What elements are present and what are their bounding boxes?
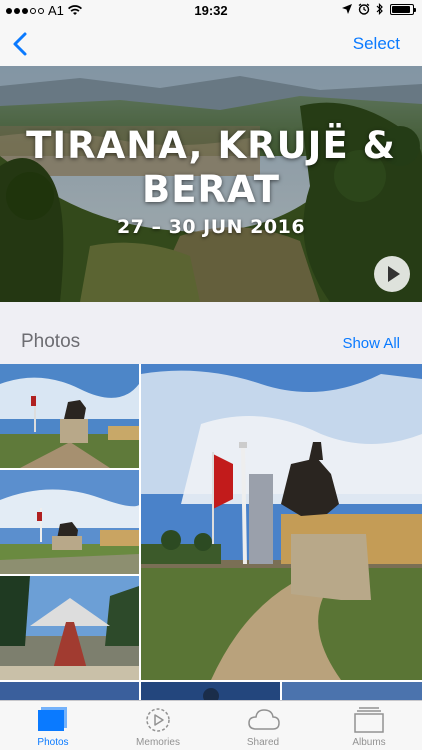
photo-image: [141, 682, 280, 700]
photo-image: [0, 682, 139, 700]
memory-title-line1: TIRANA, KRUJË &: [26, 124, 396, 167]
battery-icon: [390, 3, 416, 15]
photo-thumbnail[interactable]: [0, 364, 139, 468]
photo-thumbnail[interactable]: [141, 682, 280, 700]
photo-image: [0, 364, 139, 468]
status-right: [342, 3, 416, 15]
photos-section-header: Photos Show All: [0, 302, 422, 364]
cloud-icon: [248, 709, 280, 730]
albums-icon: [354, 707, 384, 733]
memory-hero[interactable]: TIRANA, KRUJË & BERAT 27 – 30 JUN 2016: [0, 66, 422, 302]
play-icon: [388, 266, 400, 282]
memories-icon: [146, 708, 170, 732]
play-button[interactable]: [374, 256, 410, 292]
tab-label: Memories: [136, 737, 180, 748]
battery-level: [392, 5, 410, 13]
photos-icon: [38, 707, 67, 731]
photo-grid: [0, 364, 422, 700]
photo-thumbnail[interactable]: [0, 470, 139, 574]
tab-label: Albums: [352, 737, 386, 748]
photo-thumbnail[interactable]: [0, 682, 139, 700]
memory-title-line2: BERAT: [142, 168, 280, 211]
chevron-left-icon: [13, 32, 27, 56]
memory-date: 27 – 30 JUN 2016: [116, 216, 306, 238]
photo-image: [282, 682, 422, 700]
tab-photos[interactable]: Photos: [0, 701, 106, 750]
tab-shared[interactable]: Shared: [210, 701, 316, 750]
bluetooth-icon: [376, 3, 383, 15]
alarm-icon: [358, 3, 370, 15]
show-all-link[interactable]: Show All: [342, 335, 400, 352]
tab-albums[interactable]: Albums: [316, 701, 422, 750]
photo-thumbnail[interactable]: [141, 364, 422, 680]
photo-thumbnail[interactable]: [0, 576, 139, 680]
section-title: Photos: [21, 331, 81, 352]
tab-label: Photos: [37, 737, 69, 748]
photo-image: [0, 470, 139, 574]
photo-image: [0, 576, 139, 680]
navigation-bar: Select: [0, 22, 422, 66]
status-bar: A1 19:32: [0, 0, 422, 22]
select-button[interactable]: Select: [353, 34, 400, 54]
tab-label: Shared: [246, 737, 280, 748]
back-button[interactable]: [10, 30, 34, 58]
memory-title: TIRANA, KRUJË & BERAT: [0, 124, 422, 212]
photo-image: [141, 364, 422, 680]
location-arrow-icon: [342, 4, 352, 14]
tab-memories[interactable]: Memories: [105, 701, 211, 750]
tab-bar: Photos Memories Shared Albums: [0, 700, 422, 750]
photo-thumbnail[interactable]: [282, 682, 422, 700]
photos-memory-screen: A1 19:32 Select TIRANA, KRUJË & BERAT 27…: [0, 0, 422, 750]
